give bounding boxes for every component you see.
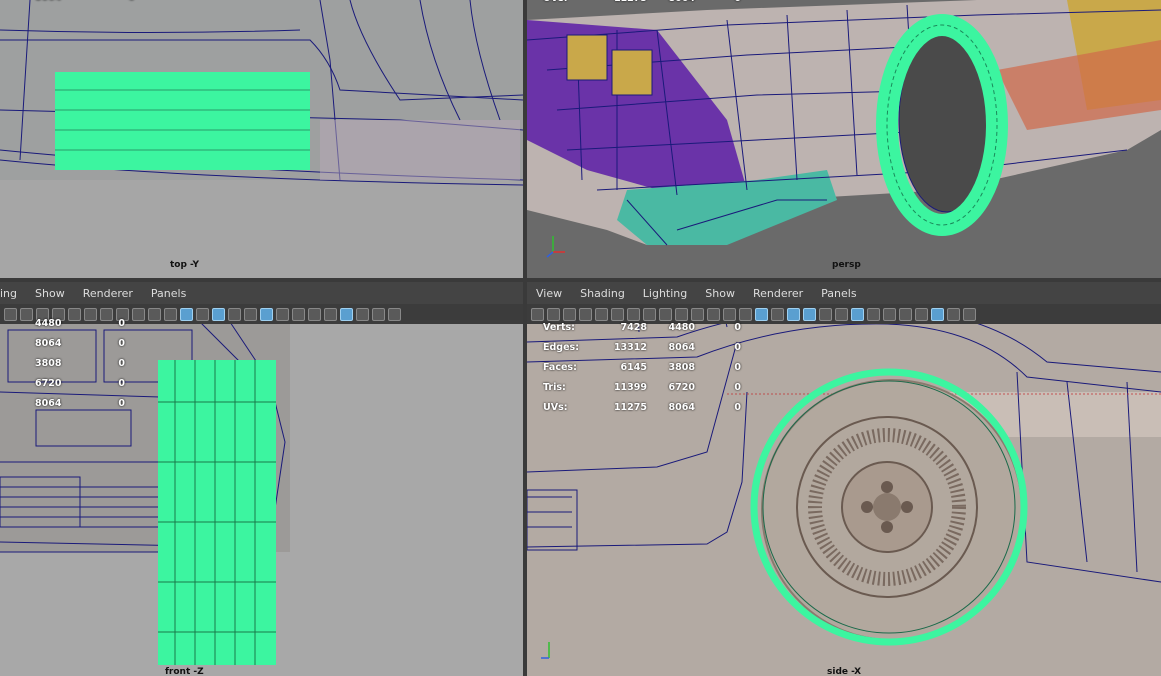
- tb-icon-23[interactable]: [883, 307, 896, 321]
- front-menubar: ing Show Renderer Panels: [0, 282, 523, 304]
- tb-icon-20[interactable]: [308, 307, 321, 321]
- tb-icon-21[interactable]: [851, 307, 864, 321]
- tb-icon-1[interactable]: [4, 307, 17, 321]
- tb-icon-26[interactable]: [931, 307, 944, 321]
- persp-view-scene: [527, 0, 1161, 278]
- grid-icon[interactable]: [643, 307, 656, 321]
- menu-panels[interactable]: Panels: [142, 287, 195, 300]
- menu-panels[interactable]: Panels: [812, 287, 865, 300]
- axis-gizmo: [546, 236, 565, 258]
- tb-icon-16[interactable]: [244, 307, 257, 321]
- tb-icon-13[interactable]: [723, 307, 736, 321]
- tb-icon-2[interactable]: [20, 307, 33, 321]
- menu-shading[interactable]: ing: [0, 287, 26, 300]
- tb-icon-15[interactable]: [228, 307, 241, 321]
- tb-icon-9[interactable]: [132, 307, 145, 321]
- menu-show[interactable]: Show: [696, 287, 744, 300]
- tb-icon-5[interactable]: [595, 307, 608, 321]
- tb-icon-10[interactable]: [148, 307, 161, 321]
- tb-icon-25[interactable]: [388, 307, 401, 321]
- tb-icon-20[interactable]: [835, 307, 848, 321]
- tb-icon-18[interactable]: [276, 307, 289, 321]
- viewport-side[interactable]: View Shading Lighting Show Renderer Pane…: [527, 282, 1161, 676]
- tb-icon-22[interactable]: [340, 307, 353, 321]
- menu-renderer[interactable]: Renderer: [74, 287, 142, 300]
- menu-shading[interactable]: Shading: [571, 287, 634, 300]
- tb-icon-17[interactable]: [260, 307, 273, 321]
- axis-gizmo: [541, 642, 550, 659]
- tb-icon-24[interactable]: [899, 307, 912, 321]
- viewport-persp[interactable]: UVs:1127580640 persp: [527, 0, 1161, 278]
- side-hud: Verts: 7428 4480 0 Edges: 13312 8064 0 Faces: 6…: [543, 322, 741, 413]
- tb-icon-22[interactable]: [867, 307, 880, 321]
- light-icon[interactable]: [819, 307, 832, 321]
- tb-icon-25[interactable]: [915, 307, 928, 321]
- tb-icon-14[interactable]: [739, 307, 752, 321]
- tb-icon-7[interactable]: [627, 307, 640, 321]
- menu-lighting[interactable]: Lighting: [634, 287, 696, 300]
- tb-icon-6[interactable]: [611, 307, 624, 321]
- tb-icon-15[interactable]: [755, 307, 768, 321]
- viewport-label-side: side -X: [827, 667, 862, 676]
- front-hud: 4480 0 8064 0 3808 0 6720 0 8064 0: [35, 318, 125, 409]
- tb-icon-17[interactable]: [787, 307, 800, 321]
- menu-show[interactable]: Show: [26, 287, 74, 300]
- tb-icon-13[interactable]: [196, 307, 209, 321]
- viewport-label-persp: persp: [832, 260, 861, 270]
- menu-view[interactable]: View: [527, 287, 571, 300]
- tb-icon-11[interactable]: [164, 307, 177, 321]
- viewport-label-front: front -Z: [165, 667, 204, 676]
- top-view-scene: [0, 0, 523, 278]
- tb-icon-14[interactable]: [212, 307, 225, 321]
- tb-icon-24[interactable]: [372, 307, 385, 321]
- tb-icon-12[interactable]: [707, 307, 720, 321]
- bookmark-icon[interactable]: [579, 307, 592, 321]
- tb-icon-28[interactable]: [963, 307, 976, 321]
- tb-icon-11[interactable]: [691, 307, 704, 321]
- viewport-top[interactable]: 80640 top -Y: [0, 0, 523, 278]
- tb-icon-2[interactable]: [547, 307, 560, 321]
- tb-icon-27[interactable]: [947, 307, 960, 321]
- tb-icon-23[interactable]: [356, 307, 369, 321]
- camera-icon[interactable]: [531, 307, 544, 321]
- viewport-label-top: top -Y: [170, 260, 199, 270]
- persp-hud: UVs:1127580640: [543, 0, 741, 13]
- side-menubar: View Shading Lighting Show Renderer Pane…: [527, 282, 1161, 304]
- tb-icon-21[interactable]: [324, 307, 337, 321]
- viewport-front[interactable]: ing Show Renderer Panels 4480 0 8064 0 38: [0, 282, 523, 676]
- tb-icon-10[interactable]: [675, 307, 688, 321]
- tb-icon-3[interactable]: [563, 307, 576, 321]
- tb-icon-18[interactable]: [803, 307, 816, 321]
- tb-icon-12[interactable]: [180, 307, 193, 321]
- tb-icon-9[interactable]: [659, 307, 672, 321]
- side-toolbar: [527, 304, 1161, 324]
- top-hud: 80640: [35, 0, 135, 12]
- menu-renderer[interactable]: Renderer: [744, 287, 812, 300]
- tb-icon-16[interactable]: [771, 307, 784, 321]
- tb-icon-19[interactable]: [292, 307, 305, 321]
